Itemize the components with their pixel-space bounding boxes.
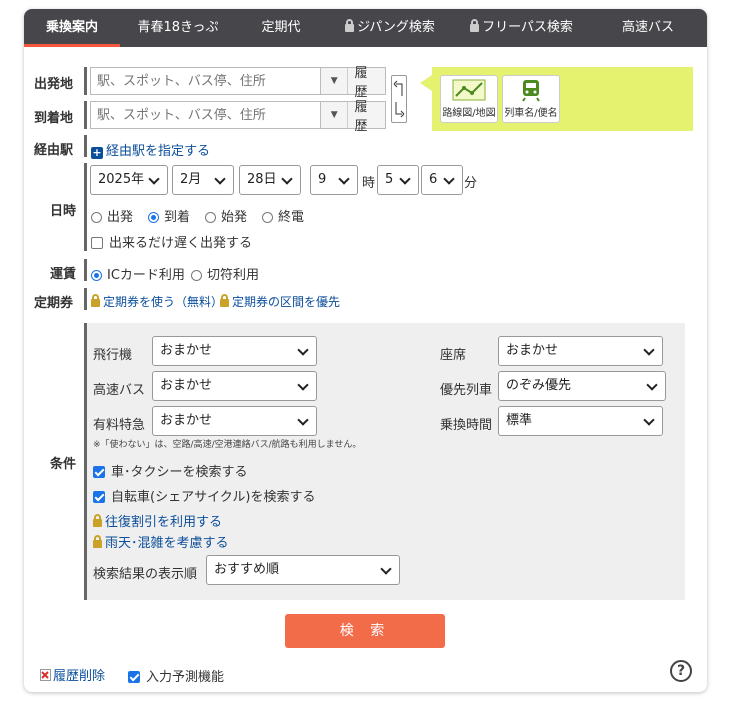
express-select[interactable]: おまかせ xyxy=(152,406,317,436)
radio-icon xyxy=(91,212,102,223)
hour-unit: 時 xyxy=(362,176,376,191)
from-bar xyxy=(84,67,87,95)
tab-seishun18[interactable]: 青春18きっぷ xyxy=(120,9,236,47)
swap-button[interactable] xyxy=(391,75,407,123)
to-label: 到着地 xyxy=(34,111,74,126)
chevron-down-icon: ▼ xyxy=(321,102,349,128)
year-select[interactable]: 2025年 xyxy=(90,165,168,195)
priority-train-select[interactable]: のぞみ優先 xyxy=(498,371,666,401)
airplane-select[interactable]: おまかせ xyxy=(152,336,317,366)
radio-icon xyxy=(205,212,216,223)
fare-radio-ic[interactable]: ICカード利用 xyxy=(91,264,185,283)
bicycle-checkbox[interactable]: 自転車(シェアサイクル)を検索する xyxy=(93,486,316,505)
fare-radio-ticket[interactable]: 切符利用 xyxy=(191,264,259,283)
mode-radio-depart[interactable]: 出発 xyxy=(91,206,133,225)
priority-train-link[interactable]: 優先列車 xyxy=(440,379,492,398)
conditions-bar xyxy=(84,323,87,600)
pass-bar xyxy=(84,288,87,310)
result-order-select[interactable]: おすすめ順 xyxy=(206,555,400,585)
map-button[interactable]: 路線図/地図 xyxy=(440,75,498,123)
day-select[interactable]: 28日 xyxy=(239,165,301,195)
result-order-label: 検索結果の表示順 xyxy=(93,567,198,582)
via-label: 経由駅 xyxy=(34,143,74,158)
transfer-time-select[interactable]: 標準 xyxy=(498,406,663,436)
highway-bus-select[interactable]: おまかせ xyxy=(152,371,317,401)
pass-use-link[interactable]: 定期券を使う（無料） xyxy=(91,293,223,310)
route-search-panel: 乗換案内 青春18きっぷ 定期代 ジパング検索 フリーパス検索 高速バス 出発地… xyxy=(24,9,707,692)
tab-free-pass[interactable]: フリーパス検索 xyxy=(454,9,589,47)
radio-selected-icon xyxy=(148,212,159,223)
radio-icon xyxy=(262,212,273,223)
mode-radio-last[interactable]: 終電 xyxy=(262,206,304,225)
minute-unit: 分 xyxy=(464,176,478,191)
express-label: 有料特急 xyxy=(93,418,146,433)
lock-icon xyxy=(345,19,355,32)
minute-tens-select[interactable]: 5 xyxy=(377,165,419,195)
radio-icon xyxy=(191,270,202,281)
car-taxi-checkbox[interactable]: 車･タクシーを検索する xyxy=(93,461,248,480)
airplane-label: 飛行機 xyxy=(93,348,133,363)
minute-ones-select[interactable]: 6 xyxy=(421,165,463,195)
datetime-bar xyxy=(84,163,87,251)
via-bar xyxy=(84,135,87,157)
seat-label: 座席 xyxy=(440,348,467,363)
checkbox-icon xyxy=(91,237,103,249)
chevron-down-icon: ▼ xyxy=(321,68,349,94)
late-departure-checkbox[interactable]: 出来るだけ遅く出発する xyxy=(91,232,252,251)
fare-label: 運賃 xyxy=(50,267,77,282)
datetime-label: 日時 xyxy=(50,204,77,219)
from-label: 出発地 xyxy=(34,77,74,92)
lock-icon xyxy=(470,19,480,32)
checkbox-checked-icon xyxy=(128,671,140,683)
tab-highway-bus[interactable]: 高速バス xyxy=(589,9,707,47)
fare-bar xyxy=(84,259,87,281)
to-bar xyxy=(84,101,87,129)
to-input[interactable] xyxy=(90,101,322,129)
help-icon[interactable]: ? xyxy=(670,660,692,682)
highway-bus-label: 高速バス xyxy=(93,383,146,398)
lock-icon xyxy=(220,294,229,307)
delete-icon xyxy=(40,669,51,681)
tab-zipangu[interactable]: ジパング検索 xyxy=(326,9,454,47)
conditions-note: ※「使わない」は、空路/高速/空港連絡バス/航路も利用しません。 xyxy=(93,440,362,450)
from-input[interactable] xyxy=(90,67,322,95)
seat-select[interactable]: おまかせ xyxy=(498,336,663,366)
rain-link[interactable]: 雨天･混雑を考慮する xyxy=(93,532,229,551)
radio-selected-icon xyxy=(91,270,102,281)
train-icon xyxy=(522,80,540,102)
lock-icon xyxy=(91,294,100,307)
from-history-button[interactable]: ▼ 履歴 xyxy=(320,66,386,100)
round-trip-link[interactable]: 往復割引を利用する xyxy=(93,511,222,530)
checkbox-checked-icon xyxy=(93,491,105,503)
tab-commuter-fare[interactable]: 定期代 xyxy=(236,9,326,47)
transfer-time-label: 乗換時間 xyxy=(440,418,493,433)
pass-label: 定期券 xyxy=(34,296,74,311)
search-button[interactable]: 検 索 xyxy=(285,614,445,648)
mode-radio-arrive[interactable]: 到着 xyxy=(148,206,190,225)
month-select[interactable]: 2月 xyxy=(172,165,234,195)
map-train-panel: 路線図/地図 列車名/便名 xyxy=(420,67,693,131)
tab-route[interactable]: 乗換案内 xyxy=(24,9,120,47)
hour-select[interactable]: 9 xyxy=(310,165,358,195)
lock-icon xyxy=(93,514,102,527)
checkbox-checked-icon xyxy=(93,466,105,478)
train-name-button[interactable]: 列車名/便名 xyxy=(502,75,560,123)
to-history-button[interactable]: ▼ 履歴 xyxy=(320,100,386,134)
via-link[interactable]: + 経由駅を指定する xyxy=(91,140,210,159)
route-map-icon xyxy=(452,79,486,101)
conditions-label: 条件 xyxy=(50,457,77,472)
lock-icon xyxy=(93,535,102,548)
clear-history-link[interactable]: 履歴削除 xyxy=(40,665,105,684)
plus-icon: + xyxy=(91,146,103,159)
predictive-input-checkbox[interactable]: 入力予測機能 xyxy=(128,666,224,685)
mode-radio-first[interactable]: 始発 xyxy=(205,206,247,225)
pass-priority-link[interactable]: 定期券の区間を優先 xyxy=(220,293,340,310)
tab-bar: 乗換案内 青春18きっぷ 定期代 ジパング検索 フリーパス検索 高速バス xyxy=(24,9,707,47)
swap-arrows-icon xyxy=(393,80,405,118)
